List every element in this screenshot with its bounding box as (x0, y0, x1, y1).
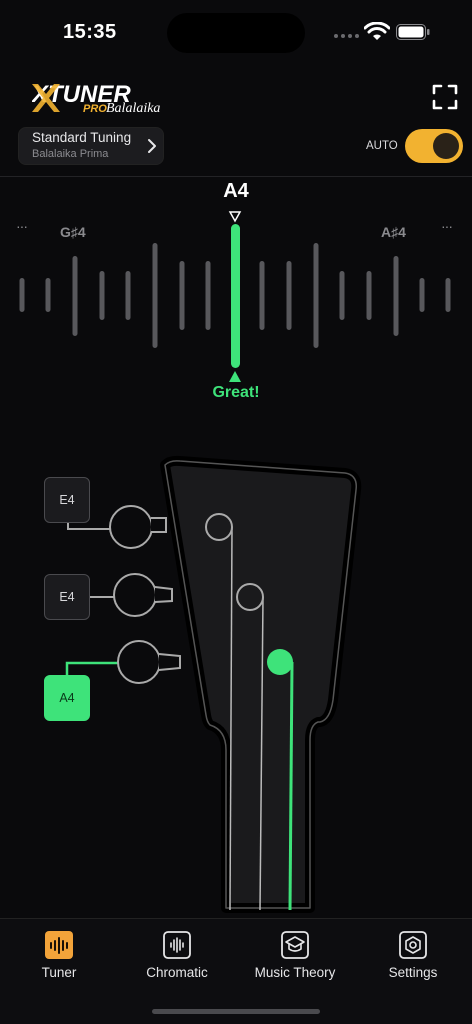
meter-tick (125, 271, 131, 320)
status-bar: 15:35 (0, 0, 472, 64)
music-theory-icon (281, 931, 309, 959)
dynamic-island (167, 13, 305, 53)
needle-bar (231, 224, 240, 368)
tuning-selector-button[interactable]: Standard Tuning Balalaika Prima (18, 127, 164, 165)
settings-icon (399, 931, 427, 959)
meter-tick (445, 278, 451, 312)
meter-tick (205, 261, 211, 330)
string-post-3 (267, 649, 293, 675)
nav-chromatic-label: Chromatic (146, 965, 208, 980)
meter-tick (45, 278, 51, 312)
svg-text:PRO: PRO (83, 103, 107, 114)
auto-toggle-knob (433, 133, 459, 159)
string-button-3[interactable]: A4 (44, 675, 90, 721)
meter-tick (72, 256, 78, 336)
tuning-meter (19, 211, 451, 382)
battery-icon (396, 24, 430, 40)
meter-tick (313, 243, 319, 348)
auto-toggle[interactable] (405, 129, 463, 163)
string-post-2 (236, 583, 264, 611)
nav-music-theory[interactable]: Music Theory (236, 931, 354, 980)
string-post-1 (205, 513, 233, 541)
home-indicator (152, 1009, 320, 1014)
meter-tick (339, 271, 345, 320)
nav-tuner-label: Tuner (41, 965, 77, 980)
xtuner-logo: XTUNER PRO Balalaika (32, 81, 160, 114)
meter-tick (179, 261, 185, 330)
meter-tick (419, 278, 425, 312)
bottom-pointer-icon (229, 371, 241, 382)
tuning-subtitle: Balalaika Prima (32, 148, 109, 160)
meter-tick (152, 243, 158, 348)
meter-tick (366, 271, 372, 320)
meter-tick (286, 261, 292, 330)
string-button-2[interactable]: E4 (44, 574, 90, 620)
wifi-icon (364, 22, 390, 40)
header-divider (0, 176, 472, 177)
auto-label: AUTO (366, 140, 398, 152)
tuning-title: Standard Tuning (32, 130, 132, 145)
fullscreen-icon[interactable] (432, 84, 458, 110)
svg-text:Balalaika: Balalaika (106, 101, 160, 114)
nav-settings-label: Settings (388, 965, 438, 980)
tuning-status: Great! (212, 384, 260, 401)
chevron-right-icon (148, 139, 156, 153)
string-button-1[interactable]: E4 (44, 477, 90, 523)
meter-tick (259, 261, 265, 330)
meter-tick (393, 256, 399, 336)
nav-settings[interactable]: Settings (354, 931, 472, 980)
meter-tick (19, 278, 25, 312)
meter-tick (99, 271, 105, 320)
tuner-icon (45, 931, 73, 959)
cellular-signal-icon (334, 34, 359, 38)
nav-music-theory-label: Music Theory (254, 965, 336, 980)
nav-chromatic[interactable]: Chromatic (118, 931, 236, 980)
status-time: 15:35 (63, 21, 117, 43)
top-pointer-icon (228, 211, 242, 223)
chromatic-icon (163, 931, 191, 959)
nav-tuner[interactable]: Tuner (0, 931, 118, 980)
